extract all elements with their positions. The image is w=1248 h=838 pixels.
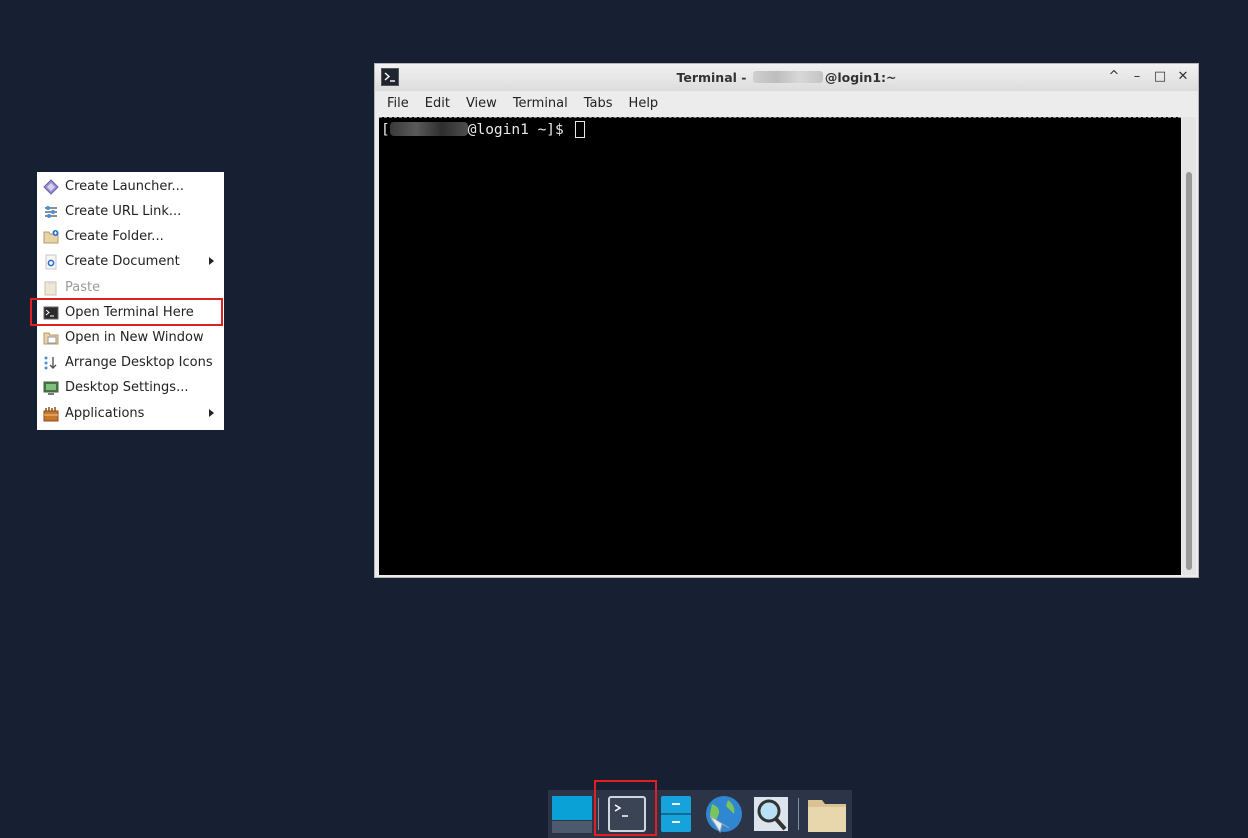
- submenu-arrow-icon: [209, 257, 214, 265]
- desktop-settings-icon: [43, 381, 59, 395]
- dock-separator: [798, 798, 799, 830]
- show-desktop-button[interactable]: [550, 794, 592, 834]
- menu-item-arrange-desktop-icons[interactable]: Arrange Desktop Icons: [37, 350, 224, 375]
- window-icon: [43, 332, 59, 344]
- menu-item-paste: Paste: [37, 275, 224, 300]
- terminal-menubar: File Edit View Terminal Tabs Help: [375, 91, 1198, 116]
- menu-item-open-terminal-here[interactable]: Open Terminal Here: [37, 300, 224, 325]
- menu-item-create-url-link[interactable]: Create URL Link...: [37, 199, 224, 224]
- terminal-icon: [608, 796, 646, 832]
- dock-panel: [548, 790, 852, 838]
- scrollbar-thumb[interactable]: [1186, 172, 1192, 570]
- launcher-icon: [43, 178, 59, 195]
- terminal-window: Terminal - @login1:~ ^ – □ ✕ File Edit V…: [374, 63, 1199, 578]
- file-manager-icon: [661, 796, 691, 832]
- menu-help[interactable]: Help: [621, 96, 667, 111]
- menu-file[interactable]: File: [379, 96, 417, 111]
- terminal-titlebar[interactable]: Terminal - @login1:~ ^ – □ ✕: [375, 64, 1198, 91]
- close-button[interactable]: ✕: [1175, 69, 1191, 85]
- new-folder-icon: [43, 229, 59, 243]
- menu-item-create-folder[interactable]: Create Folder...: [37, 224, 224, 249]
- text-cursor: [574, 121, 585, 138]
- menu-item-applications[interactable]: Applications: [37, 401, 224, 426]
- menu-terminal[interactable]: Terminal: [505, 96, 576, 111]
- terminal-icon: [43, 306, 59, 319]
- menu-view[interactable]: View: [458, 96, 505, 111]
- submenu-arrow-icon: [209, 409, 214, 417]
- paste-icon: [44, 280, 57, 295]
- minimize-button[interactable]: –: [1129, 69, 1145, 85]
- url-link-icon: [45, 205, 57, 218]
- shade-button[interactable]: ^: [1106, 69, 1122, 85]
- menu-edit[interactable]: Edit: [417, 96, 458, 111]
- maximize-button[interactable]: □: [1152, 69, 1168, 85]
- menu-tabs[interactable]: Tabs: [576, 96, 621, 111]
- terminal-scrollbar[interactable]: [1182, 117, 1196, 575]
- web-browser-launcher[interactable]: [702, 794, 744, 834]
- terminal-launcher[interactable]: [606, 794, 648, 834]
- menu-item-create-document[interactable]: Create Document: [37, 249, 224, 274]
- folder-launcher[interactable]: [806, 794, 848, 834]
- folder-icon: [808, 800, 846, 832]
- desktop-context-menu: Create Launcher... Create URL Link... Cr…: [37, 172, 224, 430]
- terminal-output[interactable]: [@login1 ~]$: [379, 117, 1181, 575]
- file-manager-launcher[interactable]: [654, 794, 696, 834]
- menu-item-open-in-new-window[interactable]: Open in New Window: [37, 325, 224, 350]
- window-title: Terminal - @login1:~: [676, 70, 897, 85]
- search-launcher[interactable]: [750, 794, 792, 834]
- desktop-icon: [552, 796, 592, 833]
- shell-prompt: [@login1 ~]$: [381, 121, 585, 138]
- web-browser-icon: [706, 796, 742, 834]
- search-icon: [754, 797, 788, 831]
- applications-icon: [43, 406, 59, 421]
- dock-separator: [598, 798, 599, 830]
- new-document-icon: [45, 254, 57, 269]
- menu-item-desktop-settings[interactable]: Desktop Settings...: [37, 375, 224, 400]
- redacted-username: [389, 122, 468, 136]
- arrange-icon: [44, 356, 57, 369]
- menu-item-create-launcher[interactable]: Create Launcher...: [37, 174, 224, 199]
- redacted-username: [752, 71, 823, 83]
